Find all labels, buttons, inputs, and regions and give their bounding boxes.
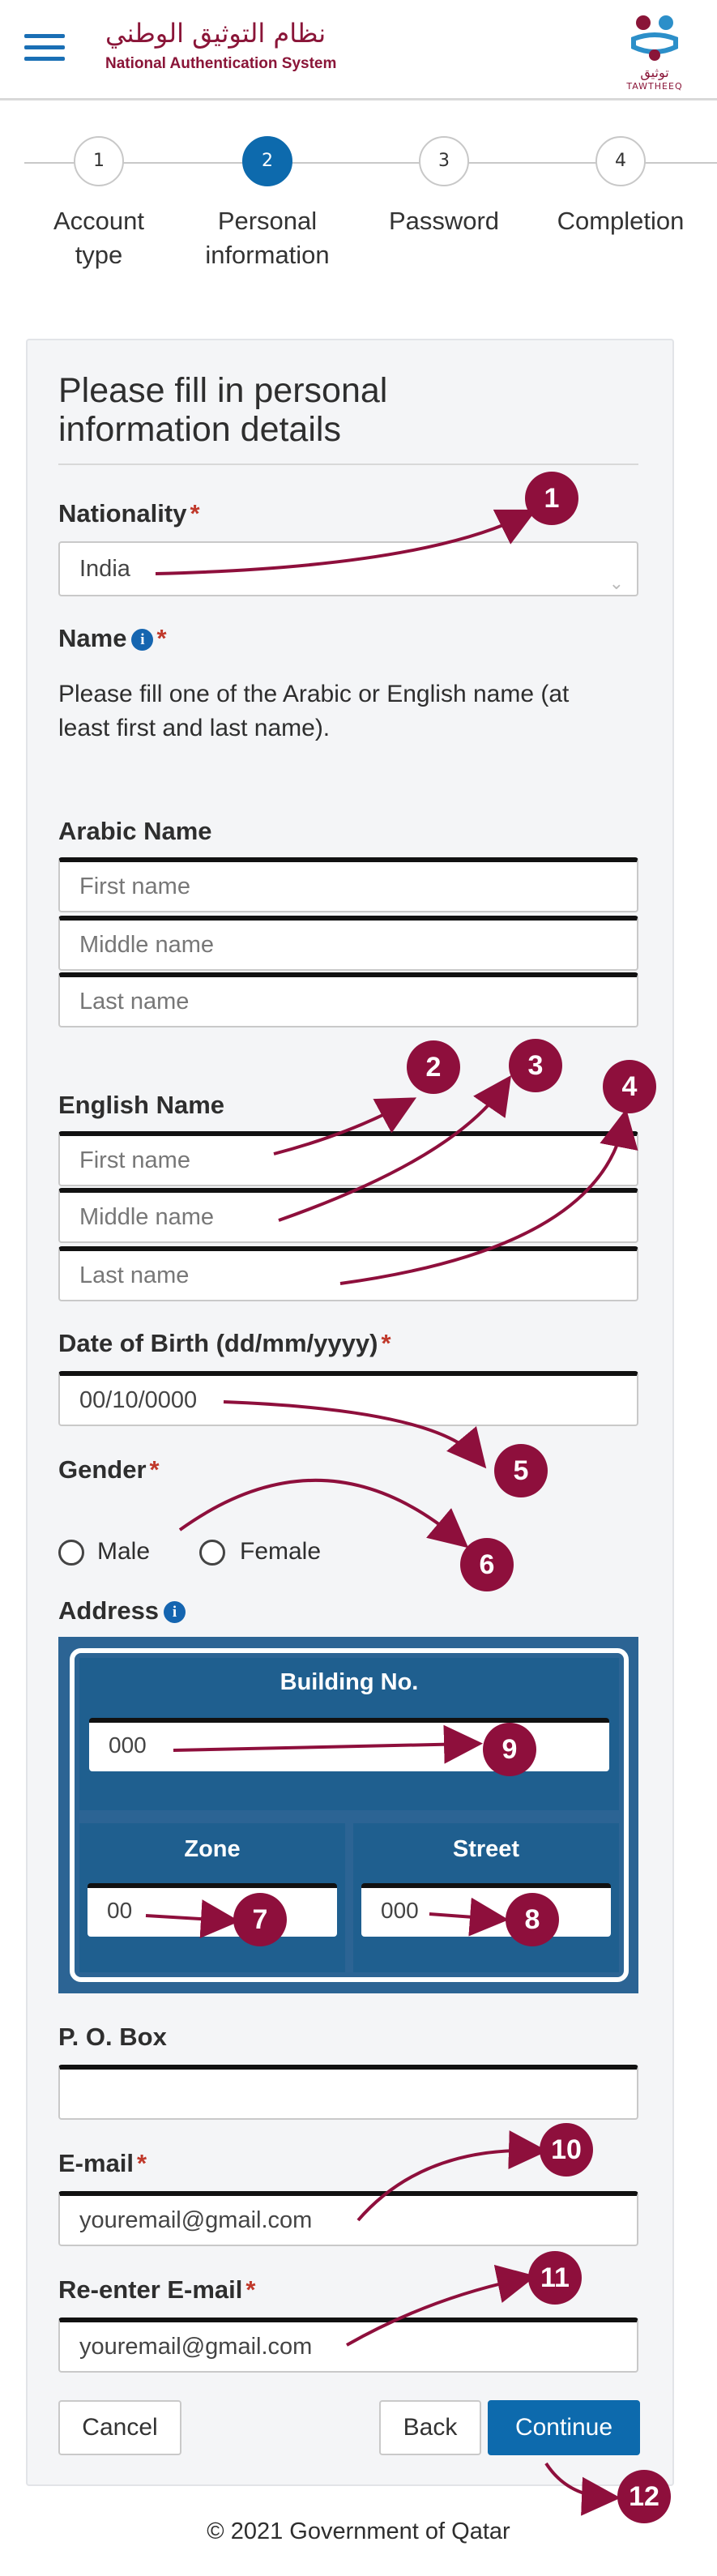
step-completion: 4 Completion <box>540 136 702 238</box>
arabic-last-name-input[interactable]: Last name <box>58 972 638 1027</box>
form-title: Please fill in personal information detai… <box>58 371 388 449</box>
step-number: 3 <box>419 136 469 186</box>
annotation-badge-7: 7 <box>233 1893 287 1946</box>
nationality-select[interactable]: India ⌄ <box>58 541 638 596</box>
english-last-name-input[interactable]: Last name <box>58 1246 638 1301</box>
name-label: Name i * <box>58 624 167 652</box>
nationality-label: Nationality * <box>58 499 200 528</box>
logo-text-english: TAWTHEEQ <box>626 81 683 92</box>
english-first-name-input[interactable]: First name <box>58 1131 638 1186</box>
logo-text-arabic: توثيق <box>640 65 669 80</box>
annotation-badge-8: 8 <box>506 1893 559 1946</box>
street-label: Street <box>452 1836 520 1862</box>
step-password: 3 Password <box>363 136 525 238</box>
reemail-input[interactable]: youremail@gmail.com <box>58 2318 638 2373</box>
gender-female-label[interactable]: Female <box>240 1538 321 1566</box>
hamburger-menu-icon[interactable] <box>24 34 65 63</box>
gender-male-radio[interactable] <box>58 1540 84 1566</box>
gender-label: Gender * <box>58 1455 160 1484</box>
po-box-input[interactable] <box>58 2065 638 2120</box>
annotation-badge-9: 9 <box>483 1723 536 1776</box>
gender-female-radio[interactable] <box>199 1540 225 1566</box>
info-icon[interactable]: i <box>164 1601 186 1624</box>
info-icon[interactable]: i <box>131 629 154 651</box>
street-input[interactable]: 000 <box>361 1883 611 1937</box>
tawtheeq-logo[interactable]: توثيق TAWTHEEQ <box>616 8 694 92</box>
chevron-down-icon: ⌄ <box>608 573 624 593</box>
annotation-badge-10: 10 <box>540 2123 593 2177</box>
zone-label: Zone <box>184 1836 241 1862</box>
gender-male-label[interactable]: Male <box>97 1538 150 1566</box>
annotation-badge-11: 11 <box>528 2251 582 2305</box>
english-name-label: English Name <box>58 1091 224 1119</box>
step-label: information <box>205 241 330 269</box>
step-label: Completion <box>557 207 685 235</box>
dob-input[interactable]: 00/10/0000 <box>58 1371 638 1426</box>
address-label: Address i <box>58 1596 186 1625</box>
zone-input[interactable]: 00 <box>87 1883 337 1937</box>
annotation-badge-12: 12 <box>617 2470 671 2523</box>
step-number: 2 <box>242 136 292 186</box>
po-box-label: P. O. Box <box>58 2023 167 2051</box>
continue-button[interactable]: Continue <box>488 2400 640 2455</box>
step-label: Password <box>388 207 500 235</box>
english-middle-name-input[interactable]: Middle name <box>58 1188 638 1243</box>
annotation-badge-3: 3 <box>509 1039 562 1092</box>
step-label: type <box>75 241 123 269</box>
back-button[interactable]: Back <box>379 2400 481 2455</box>
top-header: نظام التوثيق الوطني National Authenticat… <box>0 0 717 100</box>
brand-title-english: National Authentication System <box>105 55 337 72</box>
arabic-name-label: Arabic Name <box>58 817 212 845</box>
cancel-button[interactable]: Cancel <box>58 2400 181 2455</box>
step-label: Account <box>53 207 144 235</box>
step-number: 4 <box>595 136 646 186</box>
reemail-label: Re-enter E-mail * <box>58 2275 256 2304</box>
brand-title-arabic: نظام التوثيق الوطني <box>105 18 326 49</box>
arabic-first-name-input[interactable]: First name <box>58 857 638 912</box>
step-personal-information: 2 Personal information <box>186 136 348 272</box>
annotation-badge-5: 5 <box>494 1444 548 1497</box>
step-account-type: 1 Account type <box>18 136 180 272</box>
dob-label: Date of Birth (dd/mm/yyyy) * <box>58 1329 391 1357</box>
annotation-badge-1: 1 <box>525 472 578 525</box>
footer-copyright: © 2021 Government of Qatar <box>207 2518 510 2544</box>
email-label: E-mail * <box>58 2149 147 2177</box>
step-number: 1 <box>74 136 124 186</box>
arabic-middle-name-input[interactable]: Middle name <box>58 916 638 971</box>
annotation-badge-6: 6 <box>460 1538 514 1591</box>
annotation-badge-2: 2 <box>407 1040 460 1094</box>
name-instructions: Please fill one of the Arabic or English… <box>58 681 570 741</box>
annotation-badge-4: 4 <box>603 1060 656 1113</box>
title-divider <box>58 464 638 465</box>
tawtheeq-logo-mark-icon <box>631 15 678 61</box>
step-label: Personal <box>217 207 318 235</box>
email-input[interactable]: youremail@gmail.com <box>58 2191 638 2246</box>
building-label: Building No. <box>280 1669 419 1695</box>
